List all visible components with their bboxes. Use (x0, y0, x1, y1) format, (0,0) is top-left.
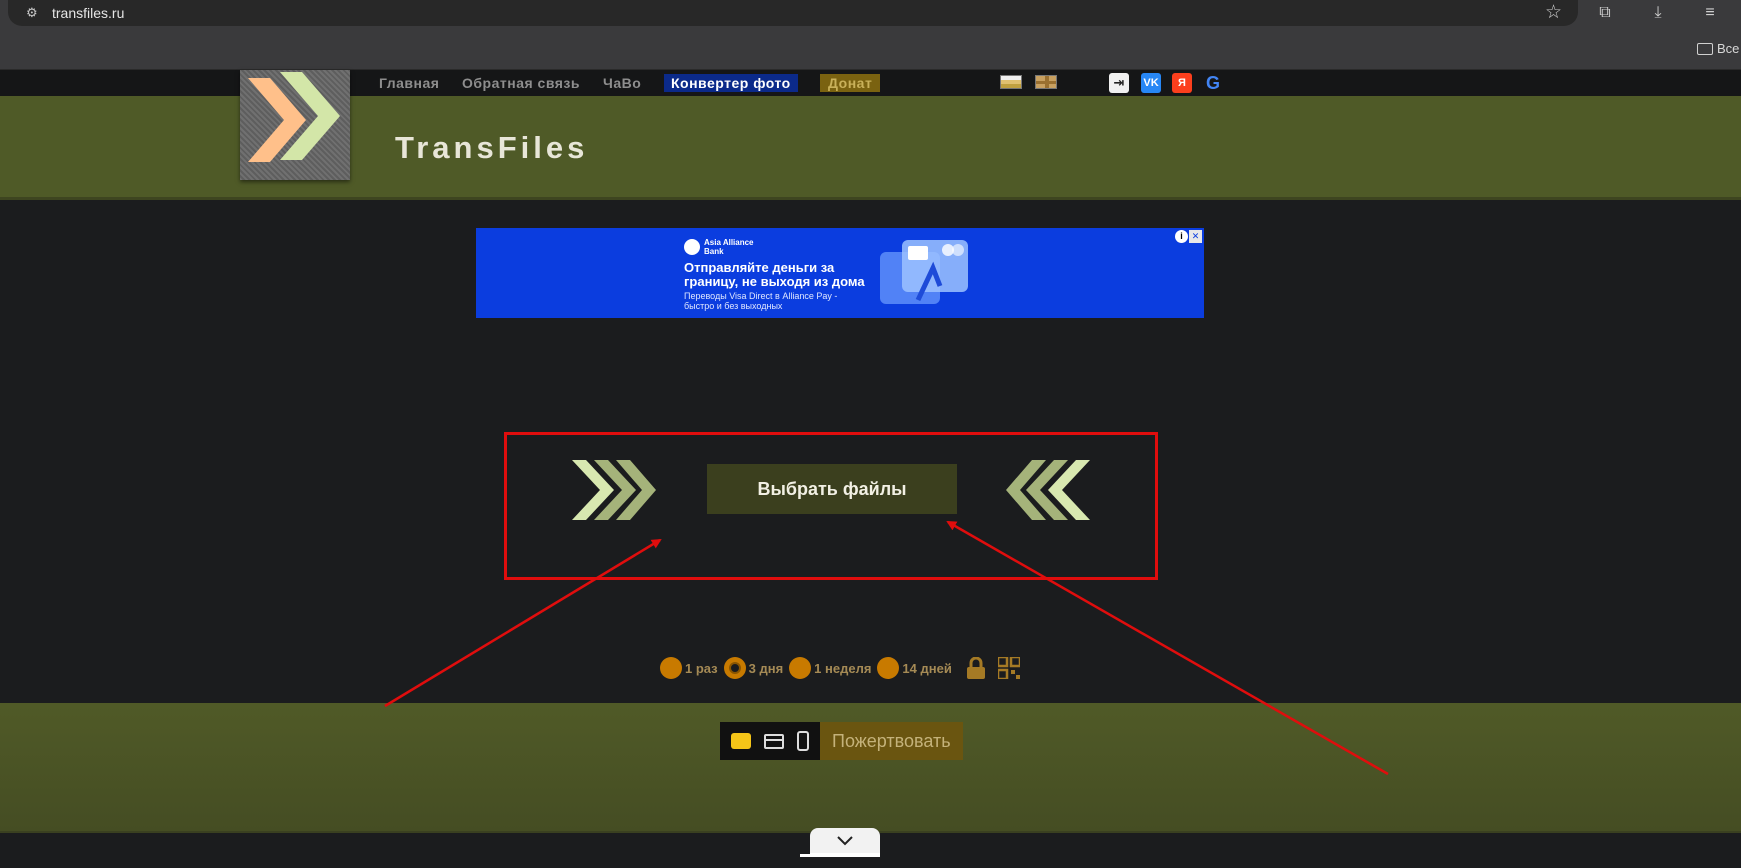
chevrons-right-icon (572, 460, 656, 520)
site-info-icon[interactable]: ⚙ (26, 5, 42, 21)
ad-headline: Отправляйте деньги за границу, не выходя… (684, 260, 865, 289)
retention-label: 1 раз (685, 660, 718, 676)
site-logo[interactable] (240, 70, 350, 180)
download-icon[interactable]: ⤓ (1648, 3, 1668, 23)
url-text[interactable]: transfiles.ru (52, 5, 124, 21)
radio-1-week[interactable] (789, 657, 812, 679)
lock-icon[interactable] (966, 657, 986, 679)
login-icon[interactable]: ⇥ (1109, 73, 1129, 93)
retention-option-3-days[interactable]: 3 дня (723, 657, 784, 679)
bookmarks-bar: Все (0, 28, 1741, 70)
folder-icon (1697, 42, 1713, 55)
nav-feedback[interactable]: Обратная связь (462, 74, 580, 92)
reading-list-icon[interactable]: ≡ (1700, 3, 1720, 23)
choose-files-button[interactable]: Выбрать файлы (707, 464, 957, 514)
retention-label: 3 дня (748, 660, 784, 676)
scroll-down-button[interactable] (810, 828, 880, 856)
browser-toolbar: ⚙ transfiles.ru ☆ ⧉ ⤓ ≡ (0, 0, 1741, 28)
retention-option-14-days[interactable]: 14 дней (877, 657, 952, 679)
donate-button[interactable]: Пожертвовать (820, 722, 963, 760)
bookmarks-folder-label: Все (1717, 41, 1740, 56)
retention-label: 1 неделя (814, 660, 872, 676)
ad-banner[interactable]: Asia Alliance Bank Отправляйте деньги за… (476, 228, 1204, 318)
logo-chevrons-icon (248, 72, 340, 162)
ad-brand-label: Asia Alliance Bank (704, 238, 754, 256)
qr-code-icon[interactable] (997, 657, 1020, 679)
ad-brand: Asia Alliance Bank (684, 238, 759, 256)
bookmark-star-icon[interactable]: ☆ (1545, 2, 1562, 24)
retention-option-1-week[interactable]: 1 неделя (789, 657, 871, 679)
wallet-icon[interactable] (730, 733, 751, 749)
scroll-down-underline (800, 854, 880, 857)
google-login-icon[interactable]: G (1203, 73, 1223, 93)
ad-subtext: Переводы Visa Direct в Alliance Pay - бы… (684, 291, 838, 311)
donate-bar: Пожертвовать (720, 722, 963, 760)
radio-3-days[interactable] (723, 657, 746, 679)
card-illustration-icon (880, 240, 968, 304)
radio-14-days[interactable] (877, 657, 900, 679)
ad-info-icon[interactable]: i (1175, 230, 1188, 243)
retention-label: 14 дней (902, 660, 952, 676)
address-bar[interactable]: ⚙ transfiles.ru (8, 0, 1578, 26)
chevron-down-icon (837, 835, 853, 845)
credit-card-icon[interactable] (763, 733, 784, 749)
ad-close-icon[interactable]: ✕ (1189, 230, 1202, 243)
nav-donate[interactable]: Донат (820, 74, 881, 92)
nav-home[interactable]: Главная (379, 74, 439, 92)
nav-photo-converter[interactable]: Конвертер фото (664, 74, 798, 92)
retention-options: 1 раз 3 дня 1 неделя 14 дней (660, 656, 1020, 680)
payment-methods (720, 722, 820, 760)
nav-faq[interactable]: ЧаВо (603, 74, 641, 92)
radio-once[interactable] (660, 657, 682, 679)
phone-icon[interactable] (797, 731, 810, 751)
site-title[interactable]: TransFiles (395, 128, 588, 168)
yandex-login-icon[interactable]: Я (1172, 73, 1192, 93)
extensions-icon[interactable]: ⧉ (1595, 3, 1615, 23)
bank-logo-icon (684, 239, 700, 255)
chevrons-left-icon (1006, 460, 1090, 520)
page: ⚙ transfiles.ru ☆ ⧉ ⤓ ≡ Все Главная Обра… (0, 0, 1741, 868)
retention-option-once[interactable]: 1 раз (660, 657, 718, 679)
uk-flag-icon[interactable] (1035, 75, 1057, 89)
vk-login-icon[interactable]: VK (1141, 73, 1161, 93)
bookmarks-folder[interactable]: Все (1697, 41, 1739, 56)
ru-flag-icon[interactable] (1000, 75, 1022, 89)
